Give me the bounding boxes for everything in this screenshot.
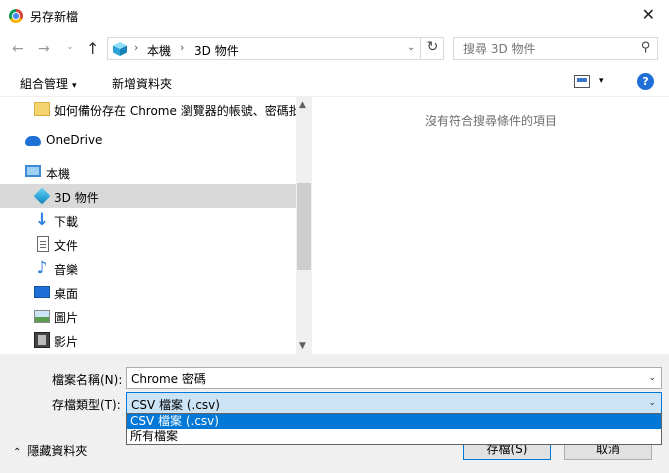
dropdown-option-all-files[interactable]: 所有檔案: [127, 429, 661, 444]
organize-button[interactable]: 組合管理 ▾: [20, 75, 77, 92]
dropdown-option-csv[interactable]: CSV 檔案 (.csv): [127, 414, 661, 429]
sidebar-item-label: 文件: [54, 239, 79, 253]
filename-label: 檔案名稱(N):: [52, 373, 123, 387]
filetype-label: 存檔類型(T):: [52, 398, 121, 412]
close-icon[interactable]: ✕: [642, 5, 655, 24]
sidebar-item-label: 本機: [46, 167, 71, 181]
3d-objects-icon: [112, 41, 128, 57]
download-icon: ↓: [34, 210, 50, 230]
window-title: 另存新檔: [30, 10, 79, 24]
navigation-pane: 如何備份存在 Chrome 瀏覽器的帳號、密碼批 OneDrive 本機 3D …: [0, 97, 312, 354]
sidebar-item-music[interactable]: ♪ 音樂: [0, 256, 296, 280]
desktop-icon: [34, 286, 50, 298]
onedrive-cloud-icon: [25, 136, 41, 146]
hide-folders-button[interactable]: ⌃ 隱藏資料夾: [13, 442, 87, 459]
chevron-down-icon[interactable]: ⌄: [648, 373, 656, 383]
sidebar-item-label: 影片: [54, 335, 79, 349]
address-bar[interactable]: › 本機 › 3D 物件 ⌄ ↻: [107, 37, 444, 60]
empty-results-message: 沒有符合搜尋條件的項目: [424, 114, 557, 128]
sidebar-item-desktop[interactable]: 桌面: [0, 280, 296, 304]
videos-icon: [34, 332, 50, 348]
refresh-icon[interactable]: ↻: [420, 37, 444, 60]
chrome-app-icon: [9, 9, 23, 23]
computer-icon: [25, 165, 41, 177]
3d-objects-icon: [33, 187, 51, 205]
breadcrumb-this-pc[interactable]: 本機: [147, 42, 171, 59]
help-icon[interactable]: ?: [637, 73, 654, 90]
up-arrow-icon[interactable]: ↑: [86, 39, 99, 58]
address-dropdown-icon[interactable]: ⌄: [407, 42, 415, 53]
pictures-icon: [34, 310, 50, 323]
recent-locations-chevron-icon[interactable]: ⌄: [66, 42, 74, 52]
sidebar-item-label: 如何備份存在 Chrome 瀏覽器的帳號、密碼批: [54, 104, 301, 118]
new-folder-button[interactable]: 新增資料夾: [112, 75, 172, 92]
hide-folders-label: 隱藏資料夾: [27, 444, 88, 458]
scrollbar-thumb[interactable]: [297, 183, 311, 270]
breadcrumb-3d-objects[interactable]: 3D 物件: [194, 42, 239, 59]
view-options-chevron-icon[interactable]: ▾: [599, 76, 604, 86]
folder-icon: [34, 102, 50, 116]
forward-arrow-icon[interactable]: →: [38, 41, 50, 57]
sidebar-item-this-pc[interactable]: 本機: [0, 160, 296, 184]
filetype-select[interactable]: CSV 檔案 (.csv) ⌄: [126, 392, 662, 414]
filetype-dropdown-list: CSV 檔案 (.csv) 所有檔案: [126, 413, 662, 445]
organize-label: 組合管理: [20, 77, 69, 91]
sidebar-item-pictures[interactable]: 圖片: [0, 304, 296, 328]
scroll-down-icon[interactable]: ▼: [299, 341, 306, 351]
sidebar-item-onedrive[interactable]: OneDrive: [0, 128, 296, 152]
filetype-selected-value: CSV 檔案 (.csv): [131, 398, 220, 412]
back-arrow-icon[interactable]: ←: [12, 41, 24, 57]
search-input[interactable]: [454, 38, 632, 59]
sidebar-item-videos[interactable]: 影片: [0, 328, 296, 352]
sidebar-item-label: OneDrive: [46, 133, 103, 147]
chevron-down-icon: ▾: [72, 81, 77, 91]
search-box[interactable]: ⚲: [453, 37, 658, 60]
documents-icon: [37, 236, 49, 252]
navigation-bar: ← → ⌄ ↑ › 本機 › 3D 物件 ⌄ ↻ ⚲: [0, 31, 669, 67]
title-bar: 另存新檔 ✕: [0, 0, 669, 31]
file-list-area[interactable]: 沒有符合搜尋條件的項目: [313, 97, 669, 354]
sidebar-item-documents[interactable]: 文件: [0, 232, 296, 256]
sidebar-item-downloads[interactable]: ↓ 下載: [0, 208, 296, 232]
filename-field[interactable]: [127, 368, 637, 388]
sidebar-item-label: 3D 物件: [54, 191, 99, 205]
sidebar-item-3d-objects[interactable]: 3D 物件: [0, 184, 296, 208]
chevron-down-icon[interactable]: ⌄: [648, 398, 656, 408]
sidebar-item-label: 音樂: [54, 263, 79, 277]
breadcrumb-separator: ›: [180, 41, 185, 54]
navigation-scrollbar[interactable]: ▲ ▼: [296, 97, 311, 354]
sidebar-item-chrome-backup-folder[interactable]: 如何備份存在 Chrome 瀏覽器的帳號、密碼批: [0, 97, 301, 121]
music-icon: ♪: [36, 258, 48, 278]
sidebar-item-label: 圖片: [54, 311, 79, 325]
view-options-icon[interactable]: [574, 75, 590, 88]
search-icon[interactable]: ⚲: [641, 40, 651, 55]
breadcrumb-separator: ›: [134, 41, 139, 54]
sidebar-item-label: 下載: [54, 215, 79, 229]
command-toolbar: 組合管理 ▾ 新增資料夾 ▾ ?: [0, 67, 669, 97]
sidebar-item-label: 桌面: [54, 287, 79, 301]
filename-combobox[interactable]: ⌄: [126, 367, 662, 389]
scroll-up-icon[interactable]: ▲: [299, 100, 306, 110]
chevron-up-icon: ⌃: [13, 447, 22, 458]
